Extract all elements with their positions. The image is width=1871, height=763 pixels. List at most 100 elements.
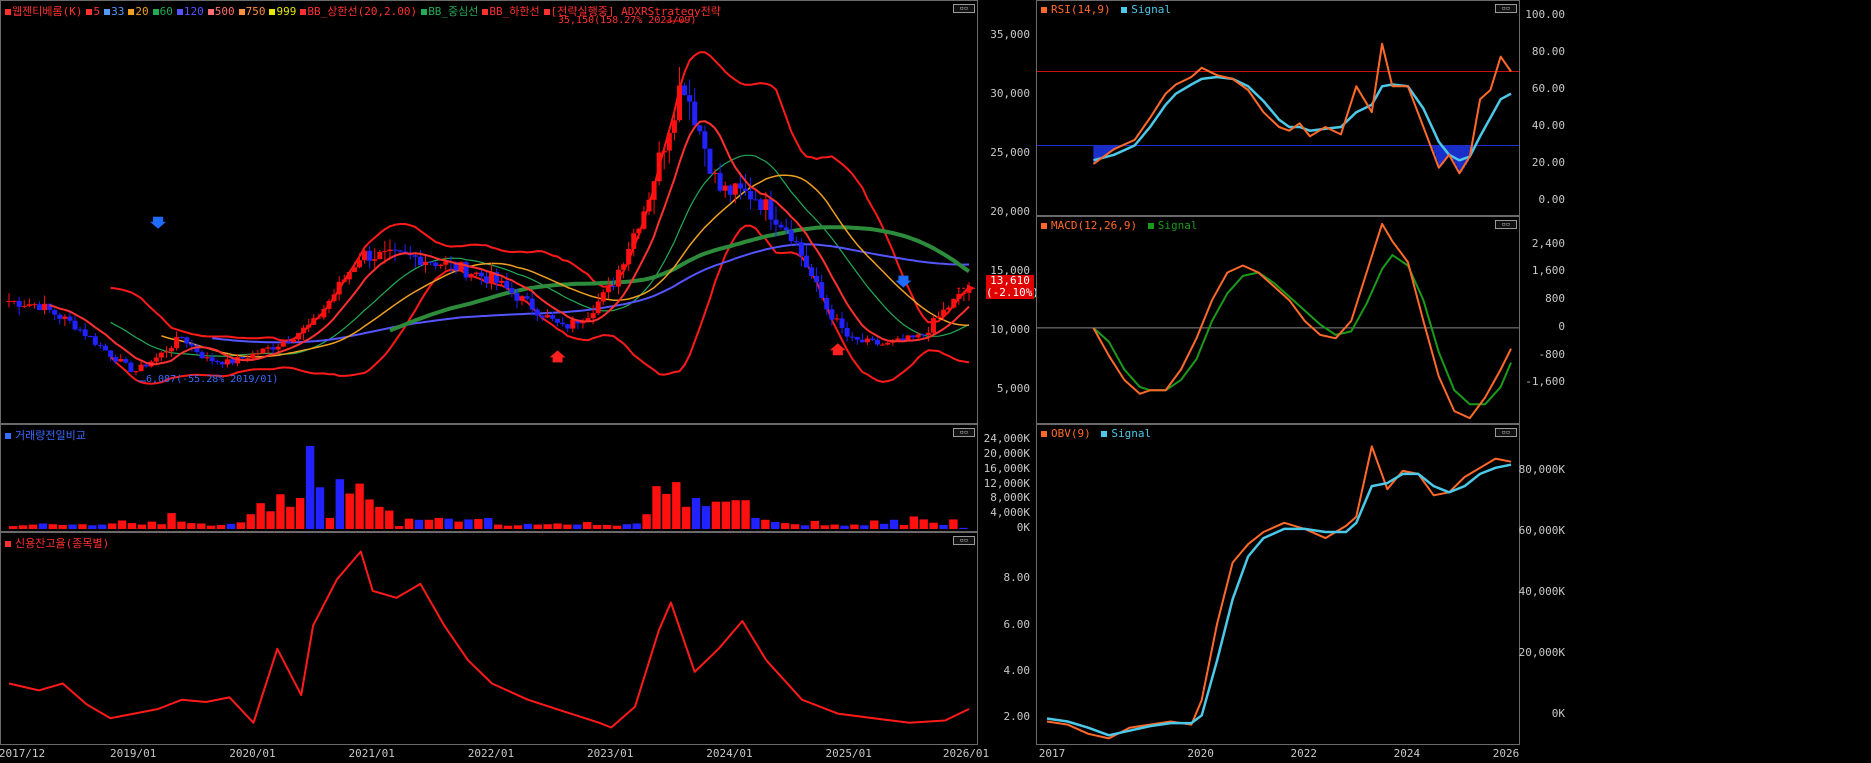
volume-tick-label: 12,000K: [983, 476, 1030, 490]
candle-body: [306, 324, 312, 328]
volume-bar: [107, 523, 117, 529]
volume-bar: [889, 519, 899, 529]
volume-bar: [315, 487, 325, 529]
rsi-tick-label: 100.00: [1525, 8, 1565, 21]
candle-body: [788, 230, 794, 242]
candle-body: [219, 361, 225, 365]
candle-body: [712, 172, 718, 174]
volume-axis: 24,000K 20,000K 16,000K 12,000K 8,000K 4,000K…: [978, 424, 1036, 534]
volume-bar: [375, 506, 384, 529]
candle-body: [951, 298, 957, 308]
obv-signal-line: [1046, 463, 1512, 737]
candle-body: [52, 309, 58, 315]
candle-body: [11, 300, 17, 302]
candle-body: [250, 353, 256, 359]
candle-body: [255, 353, 261, 355]
rsi-tick-label: 20.00: [1531, 156, 1565, 169]
candle-body: [62, 316, 68, 319]
volume-bar: [523, 523, 533, 529]
volume-chart-area[interactable]: [1, 425, 978, 532]
volume-tick-label: 16,000K: [983, 461, 1030, 475]
price-panel[interactable]: 웹젠티베롬(K) 5 33 20 60 120 500 750 999 BB_상한선(20,2.0…: [0, 0, 978, 424]
volume-bar: [790, 524, 800, 529]
candle-body: [331, 294, 337, 301]
left-x-tick-label: 2026/01: [942, 747, 990, 760]
candle-body: [128, 362, 134, 372]
candle-body: [275, 346, 281, 350]
candle-body: [727, 185, 733, 195]
obv-tick-label: 20,000K: [1518, 646, 1565, 660]
candle-body: [123, 358, 129, 363]
volume-bar: [929, 522, 938, 529]
volume-bar: [632, 523, 641, 529]
candle-body: [113, 356, 119, 362]
volume-bar: [771, 521, 780, 529]
volume-bar: [9, 526, 18, 529]
volume-bar: [454, 521, 463, 529]
volume-bar: [810, 520, 820, 529]
candle-body: [864, 338, 870, 343]
candle-body: [67, 316, 73, 321]
volume-bar: [355, 483, 364, 529]
low-annotation: 6,087(-55.28% 2019/01): [146, 374, 279, 385]
volume-bar: [533, 524, 542, 529]
obv-panel[interactable]: OBV(9) Signal ▫▫: [1036, 424, 1520, 745]
rsi-oversold-fill: [1454, 145, 1457, 164]
candle-body: [478, 272, 484, 277]
volume-bar: [672, 482, 681, 529]
macd-panel[interactable]: MACD(12,26,9) Signal ▫▫: [1036, 216, 1520, 424]
candle-body: [636, 228, 642, 234]
candle-body: [549, 315, 555, 319]
volume-bar: [335, 479, 344, 529]
rsi-panel[interactable]: RSI(14,9) Signal ▫▫: [1036, 0, 1520, 216]
volume-bar: [543, 524, 552, 529]
volume-bar: [206, 525, 216, 529]
credit-chart-area[interactable]: [1, 533, 978, 745]
candle-body: [108, 350, 114, 357]
candle-body: [839, 318, 845, 328]
candle-body: [36, 304, 42, 311]
rsi-chart-area[interactable]: [1037, 1, 1520, 216]
candle-body: [600, 292, 606, 302]
candle-body: [133, 371, 139, 373]
volume-bar: [236, 522, 246, 529]
candle-body: [626, 248, 632, 265]
volume-tick-label: 4,000K: [990, 506, 1030, 520]
volume-bar: [266, 511, 275, 529]
volume-bar: [88, 525, 97, 529]
current-change: (-2.10%): [986, 286, 1039, 299]
credit-panel[interactable]: 신용잔고율(종목별) ▫▫: [0, 532, 978, 745]
candle-body: [936, 316, 942, 319]
candle-body: [859, 339, 865, 343]
candle-body: [875, 339, 881, 345]
candle-body: [199, 352, 205, 359]
obv-chart-area[interactable]: [1037, 425, 1520, 745]
volume-panel[interactable]: 거래량전일비교 ▫▫: [0, 424, 978, 532]
volume-bar: [602, 524, 612, 529]
macd-tick-label: 800: [1545, 292, 1565, 306]
macd-chart-area[interactable]: [1037, 217, 1520, 424]
volume-bar: [850, 524, 859, 529]
left-x-tick-label: 2022/01: [467, 747, 515, 760]
volume-bar: [503, 525, 513, 529]
candle-body: [423, 261, 429, 266]
candle-body: [387, 249, 393, 252]
candle-body: [92, 336, 98, 345]
candle-body: [753, 199, 759, 201]
candle-body: [179, 336, 185, 338]
macd-tick-label: 0: [1558, 319, 1565, 333]
candle-body: [21, 305, 27, 307]
volume-bar: [751, 517, 760, 529]
candle-body: [946, 307, 952, 310]
volume-tick-label: 20,000K: [983, 447, 1030, 461]
macd-line: [1092, 222, 1512, 420]
candle-body: [301, 327, 307, 334]
price-chart-area[interactable]: [1, 1, 978, 424]
volume-bar: [573, 524, 582, 529]
candle-body: [473, 272, 479, 275]
candle-body: [641, 211, 647, 229]
candle-body: [941, 309, 947, 317]
candle-body: [560, 322, 566, 325]
candle-body: [417, 256, 423, 266]
candle-body: [184, 337, 190, 344]
